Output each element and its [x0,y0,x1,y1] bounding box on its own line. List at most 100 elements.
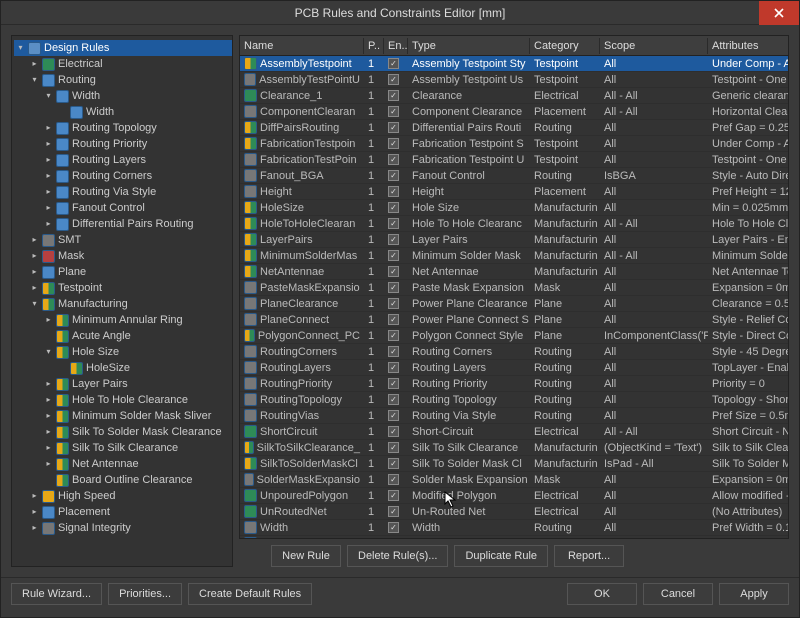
cell-enabled[interactable]: ✓ [384,504,408,519]
tree-routing-priority[interactable]: ▸Routing Priority [42,136,232,152]
checkbox-icon[interactable]: ✓ [388,58,399,69]
checkbox-icon[interactable]: ✓ [388,378,399,389]
tree-holesize-rule[interactable]: HoleSize [56,360,232,376]
cell-enabled[interactable]: ✓ [384,520,408,535]
collapse-icon[interactable]: ▾ [44,92,53,101]
expand-icon[interactable]: ▸ [44,444,53,453]
tree-routing-layers[interactable]: ▸Routing Layers [42,152,232,168]
tree-diffpairs[interactable]: ▸Differential Pairs Routing [42,216,232,232]
ok-button[interactable]: OK [567,583,637,605]
expand-icon[interactable]: ▸ [44,412,53,421]
collapse-icon[interactable]: ▾ [44,348,53,357]
cell-enabled[interactable]: ✓ [384,88,408,103]
table-row[interactable]: ComponentClearan1✓Component ClearancePla… [240,104,788,120]
expand-icon[interactable]: ▸ [44,220,53,229]
checkbox-icon[interactable]: ✓ [388,394,399,405]
expand-icon[interactable]: ▸ [30,284,39,293]
checkbox-icon[interactable]: ✓ [388,282,399,293]
col-enabled[interactable]: En... [384,38,408,54]
tree-fanout[interactable]: ▸Fanout Control [42,200,232,216]
table-row[interactable]: SilkToSolderMaskCl1✓Silk To Solder Mask … [240,456,788,472]
table-row[interactable]: Width1✓WidthRoutingAllPref Width = 0.1mm [240,520,788,536]
checkbox-icon[interactable]: ✓ [388,330,399,341]
expand-icon[interactable]: ▸ [44,396,53,405]
expand-icon[interactable]: ▸ [30,524,39,533]
table-row[interactable]: PolygonConnect_PC1✓Polygon Connect Style… [240,328,788,344]
cell-enabled[interactable]: ✓ [384,136,408,151]
tree-annular[interactable]: ▸Minimum Annular Ring [42,312,232,328]
tree-width-rule[interactable]: Width [56,104,232,120]
checkbox-icon[interactable]: ✓ [388,314,399,325]
checkbox-icon[interactable]: ✓ [388,186,399,197]
cell-enabled[interactable]: ✓ [384,456,408,471]
table-row[interactable]: Height1✓HeightPlacementAllPref Height = … [240,184,788,200]
grid-body[interactable]: AssemblyTestpoint1✓Assembly Testpoint St… [240,56,788,538]
tree-routing[interactable]: ▾Routing ▾Width Width ▸Routing Topology … [28,72,232,232]
tree-testpoint[interactable]: ▸Testpoint [28,280,232,296]
expand-icon[interactable]: ▸ [44,188,53,197]
checkbox-icon[interactable]: ✓ [388,218,399,229]
table-row[interactable]: MinimumSolderMas1✓Minimum Solder MaskMan… [240,248,788,264]
checkbox-icon[interactable]: ✓ [388,410,399,421]
cell-enabled[interactable]: ✓ [384,232,408,247]
cell-enabled[interactable]: ✓ [384,72,408,87]
tree-signalint[interactable]: ▸Signal Integrity [28,520,232,536]
cell-enabled[interactable]: ✓ [384,488,408,503]
col-category[interactable]: Category [530,38,600,54]
table-row[interactable]: HoleToHoleClearan1✓Hole To Hole Clearanc… [240,216,788,232]
checkbox-icon[interactable]: ✓ [388,426,399,437]
checkbox-icon[interactable]: ✓ [388,298,399,309]
checkbox-icon[interactable]: ✓ [388,442,399,453]
cell-enabled[interactable]: ✓ [384,296,408,311]
table-row[interactable]: UnpouredPolygon1✓Modified PolygonElectri… [240,488,788,504]
cell-enabled[interactable]: ✓ [384,56,408,71]
tree-smt[interactable]: ▸SMT [28,232,232,248]
expand-icon[interactable]: ▸ [30,268,39,277]
close-button[interactable] [759,1,799,25]
col-name[interactable]: Name [240,38,364,54]
create-default-rules-button[interactable]: Create Default Rules [188,583,312,605]
checkbox-icon[interactable]: ✓ [388,202,399,213]
checkbox-icon[interactable]: ✓ [388,106,399,117]
checkbox-icon[interactable]: ✓ [388,266,399,277]
table-row[interactable]: NetAntennae1✓Net AntennaeManufacturinAll… [240,264,788,280]
cell-enabled[interactable]: ✓ [384,200,408,215]
checkbox-icon[interactable]: ✓ [388,506,399,517]
grid-header[interactable]: Name P.. En... Type Category Scope Attri… [240,36,788,56]
report-button[interactable]: Report... [554,545,624,567]
tree-minsliver[interactable]: ▸Minimum Solder Mask Sliver [42,408,232,424]
table-row[interactable]: Clearance2✓ClearanceElectricalAll - AllG… [240,536,788,538]
cell-enabled[interactable]: ✓ [384,120,408,135]
tree-acute[interactable]: Acute Angle [42,328,232,344]
cell-enabled[interactable]: ✓ [384,472,408,487]
tree-silktosolder[interactable]: ▸Silk To Solder Mask Clearance [42,424,232,440]
cell-enabled[interactable]: ✓ [384,264,408,279]
table-row[interactable]: SilkToSilkClearance_1✓Silk To Silk Clear… [240,440,788,456]
table-row[interactable]: AssemblyTestpoint1✓Assembly Testpoint St… [240,56,788,72]
table-row[interactable]: PlaneConnect1✓Power Plane Connect SPlane… [240,312,788,328]
cell-enabled[interactable]: ✓ [384,440,408,455]
expand-icon[interactable]: ▸ [44,172,53,181]
checkbox-icon[interactable]: ✓ [388,458,399,469]
table-row[interactable]: RoutingCorners1✓Routing CornersRoutingAl… [240,344,788,360]
table-row[interactable]: LayerPairs1✓Layer PairsManufacturinAllLa… [240,232,788,248]
collapse-icon[interactable]: ▾ [30,300,39,309]
tree-routing-corners[interactable]: ▸Routing Corners [42,168,232,184]
table-row[interactable]: UnRoutedNet1✓Un-Routed NetElectricalAll(… [240,504,788,520]
cell-enabled[interactable]: ✓ [384,104,408,119]
tree-plane[interactable]: ▸Plane [28,264,232,280]
tree-width[interactable]: ▾Width Width [42,88,232,120]
cancel-button[interactable]: Cancel [643,583,713,605]
cell-enabled[interactable]: ✓ [384,536,408,538]
checkbox-icon[interactable]: ✓ [388,170,399,181]
table-row[interactable]: RoutingVias1✓Routing Via StyleRoutingAll… [240,408,788,424]
cell-enabled[interactable]: ✓ [384,360,408,375]
col-priority[interactable]: P.. [364,38,384,54]
checkbox-icon[interactable]: ✓ [388,154,399,165]
table-row[interactable]: RoutingPriority1✓Routing PriorityRouting… [240,376,788,392]
expand-icon[interactable]: ▸ [44,124,53,133]
col-type[interactable]: Type [408,38,530,54]
table-row[interactable]: RoutingLayers1✓Routing LayersRoutingAllT… [240,360,788,376]
checkbox-icon[interactable]: ✓ [388,234,399,245]
cell-enabled[interactable]: ✓ [384,152,408,167]
